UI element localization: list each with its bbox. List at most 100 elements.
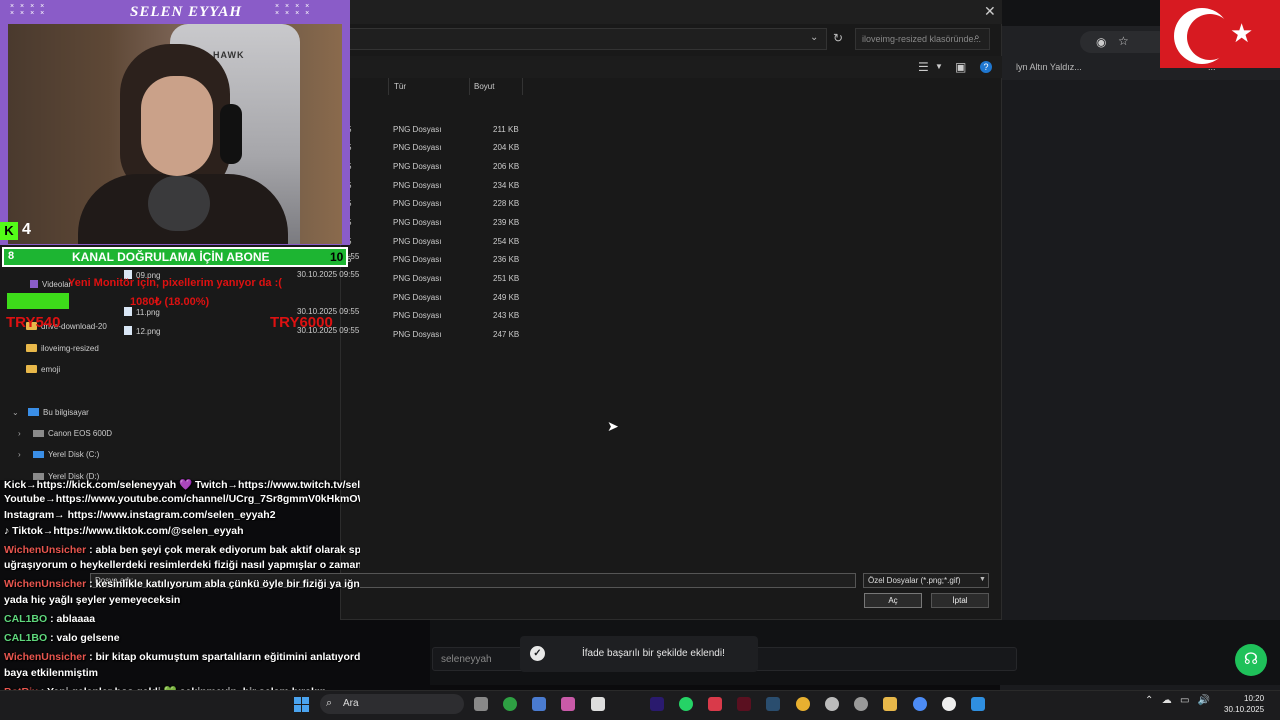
chat-text: Instagram→ https://www.instagram.com/sel… (4, 509, 276, 521)
nav-item-canon[interactable]: Canon EOS 600D (33, 429, 112, 438)
open-button[interactable]: Aç (864, 593, 922, 608)
webcam-feed: HAWK (8, 24, 342, 244)
folder-search-input[interactable]: iloveimg-resized klasöründe... (855, 28, 990, 50)
chat-username[interactable]: WichenUnsicher (4, 651, 86, 663)
chat-message: Kick→https://kick.com/seleneyyah 💜 Twitc… (4, 478, 360, 491)
whatsapp-icon[interactable] (679, 697, 693, 711)
app-icon[interactable] (971, 697, 985, 711)
chat-text: : ablaaaa (47, 613, 96, 625)
nav-item-this-pc[interactable]: Bu bilgisayar (28, 408, 89, 417)
file-row[interactable]: PNG Dosyası 249 KB (340, 289, 530, 307)
taskbar-search[interactable]: ⌕ Ara (320, 694, 464, 714)
file-type-select[interactable]: Özel Dosyalar (*.png;*.gif) (863, 573, 989, 588)
obs-icon[interactable] (942, 697, 956, 711)
file-row[interactable]: 5PNG Dosyası239 KB (340, 214, 530, 232)
chat-username[interactable]: CAL1BO (4, 613, 47, 625)
file-item[interactable]: 11.png (124, 307, 160, 317)
file-type: PNG Dosyası (393, 218, 442, 227)
file-row[interactable]: 5 PNG Dosyası 236 KB (340, 251, 530, 269)
search-icon[interactable]: ⌕ (974, 32, 980, 43)
nav-item-iloveimg[interactable]: iloveimg-resized (26, 344, 99, 353)
preview-pane-icon[interactable]: ▣ (955, 60, 966, 74)
view-options-icon[interactable]: ☰ (918, 60, 929, 74)
file-row[interactable]: 5PNG Dosyası234 KB (340, 177, 530, 195)
file-row[interactable]: PNG Dosyası 243 KB (340, 307, 530, 325)
support-chat-button[interactable]: ☊ (1235, 644, 1267, 676)
turkish-flag-overlay: ★ (1160, 0, 1280, 68)
chevron-right-icon[interactable]: › (18, 429, 21, 438)
chrome-icon[interactable] (796, 697, 810, 711)
chevron-down-icon[interactable]: ⌄ (810, 32, 818, 43)
xbox-icon[interactable] (503, 697, 517, 711)
chat-text: uğraşıyorum o heykellerdeki resimlerdeki… (4, 559, 360, 571)
file-size: 243 KB (493, 311, 520, 320)
chevron-down-icon[interactable]: ▼ (979, 576, 986, 583)
file-type: PNG Dosyası (393, 237, 442, 246)
task-view-icon[interactable] (474, 697, 488, 711)
app-icon[interactable] (737, 697, 751, 711)
close-icon[interactable]: ✕ (984, 3, 996, 20)
settings-icon[interactable] (825, 697, 839, 711)
app-icon[interactable] (708, 697, 722, 711)
clock-date: 30.10.2025 (1224, 705, 1265, 714)
file-size: 249 KB (493, 293, 520, 302)
help-icon[interactable]: ? (980, 61, 992, 73)
success-toast: ✓ İfade başarılı bir şekilde eklendi! (520, 636, 758, 672)
column-header-size[interactable]: Boyut (474, 82, 494, 91)
chrome-icon[interactable] (913, 697, 927, 711)
file-row[interactable]: PNG Dosyası 251 KB (340, 270, 530, 288)
system-tray[interactable]: ⌃ ☁ ▭ 🔊 (1145, 695, 1210, 706)
file-size: 236 KB (493, 255, 520, 264)
file-row[interactable]: 5PNG Dosyası228 KB (340, 195, 530, 213)
system-clock[interactable]: 10:20 30.10.2025 (1224, 693, 1264, 715)
cancel-button[interactable]: İptal (931, 593, 989, 608)
column-header-type[interactable]: Tür (394, 82, 406, 91)
video-folder-icon (30, 280, 38, 288)
file-explorer-icon[interactable] (883, 697, 897, 711)
chat-message: WichenUnsicher : bir kitap okumuştum spa… (4, 651, 360, 663)
document-icon[interactable] (591, 697, 605, 711)
dialog-address-bar[interactable] (345, 28, 827, 50)
star-icon[interactable]: ☆ (1118, 34, 1129, 48)
nav-item-emoji[interactable]: emoji (26, 365, 60, 374)
search-icon: ⌕ (326, 697, 333, 709)
refresh-icon[interactable]: ↻ (833, 31, 843, 45)
sub-goal-current: 8 (8, 250, 15, 262)
bookmark-item[interactable]: lyn Altın Yaldız... (1016, 62, 1082, 72)
file-type: PNG Dosyası (393, 125, 442, 134)
chat-username[interactable]: WichenUnsicher (4, 544, 86, 556)
chevron-down-icon[interactable]: ▼ (935, 62, 943, 71)
calculator-icon[interactable] (532, 697, 546, 711)
file-row[interactable]: 5PNG Dosyası211 KB (340, 121, 530, 139)
file-size: 234 KB (493, 181, 520, 190)
file-type: PNG Dosyası (393, 255, 442, 264)
steam-icon[interactable] (766, 697, 780, 711)
nav-item-disk-c[interactable]: Yerel Disk (C:) (33, 450, 99, 459)
file-row[interactable]: 5PNG Dosyası254 KB (340, 233, 530, 251)
nav-item-videolar[interactable]: Videolar (30, 280, 71, 289)
nav-item-label: Yerel Disk (C:) (48, 450, 100, 459)
chat-username[interactable]: WichenUnsicher (4, 578, 86, 590)
sub-goal-target: 10 (330, 250, 344, 264)
chat-username[interactable]: CAL1BO (4, 632, 47, 644)
app-icon[interactable] (854, 697, 868, 711)
file-size: 228 KB (493, 199, 520, 208)
donation-goal-progress (7, 293, 69, 309)
eye-icon[interactable]: ◉ (1096, 35, 1106, 49)
photos-icon[interactable] (561, 697, 575, 711)
chevron-right-icon[interactable]: › (18, 450, 21, 459)
chevron-down-icon[interactable]: ⌄ (12, 408, 19, 417)
file-size: 239 KB (493, 218, 520, 227)
donation-goal-title: Yeni Monitör için, pixellerim yanıyor da… (68, 277, 282, 289)
chat-text: baya etkilenmiştim (4, 667, 98, 679)
folder-icon (26, 344, 37, 352)
chat-message: CAL1BO : valo gelsene (4, 632, 360, 644)
kick-logo-icon: K (0, 222, 18, 240)
premiere-icon[interactable] (650, 697, 664, 711)
file-row[interactable]: 5PNG Dosyası204 KB (340, 139, 530, 157)
file-row[interactable]: 5PNG Dosyası206 KB (340, 158, 530, 176)
file-type: PNG Dosyası (393, 143, 442, 152)
file-item[interactable]: 12.png (124, 326, 160, 336)
windows-start-icon[interactable] (294, 697, 310, 713)
file-row[interactable]: PNG Dosyası 247 KB (340, 326, 530, 344)
